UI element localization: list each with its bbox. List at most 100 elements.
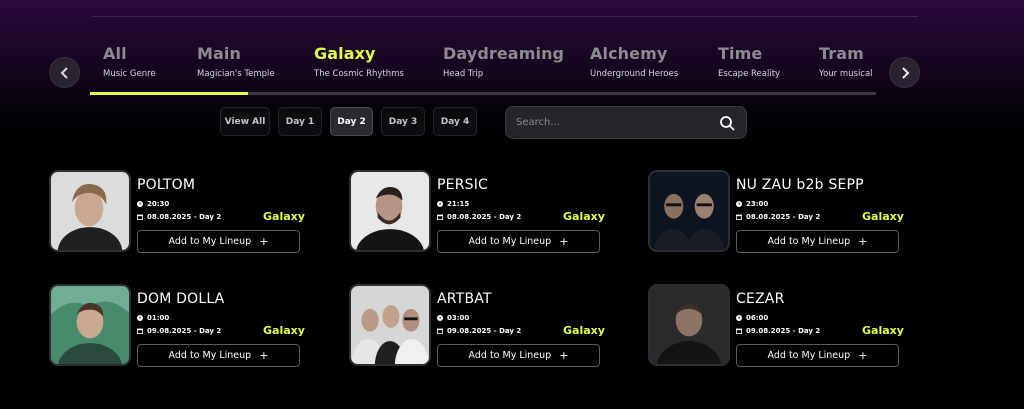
carousel-prev-button[interactable] bbox=[49, 57, 80, 88]
add-to-lineup-button[interactable]: Add to My Lineup + bbox=[137, 344, 300, 367]
search-icon[interactable] bbox=[719, 115, 735, 131]
day-filter-day-1[interactable]: Day 1 bbox=[278, 107, 322, 136]
artist-card: CEZAR 06:00 09.08.2025 - Day 2 Galaxy Ad… bbox=[648, 284, 908, 368]
tab-tram[interactable]: Tram Your musical ... bbox=[819, 44, 876, 79]
tab-subtitle: Your musical ... bbox=[819, 69, 876, 79]
date-value: 09.08.2025 - Day 2 bbox=[147, 327, 222, 335]
add-to-lineup-button[interactable]: Add to My Lineup + bbox=[437, 230, 600, 253]
search-input[interactable] bbox=[516, 107, 706, 138]
add-to-lineup-label: Add to My Lineup bbox=[468, 350, 552, 361]
tab-all[interactable]: All Music Genre bbox=[103, 44, 156, 79]
artist-photo[interactable] bbox=[49, 170, 131, 252]
artist-name: POLTOM bbox=[137, 177, 196, 193]
tab-alchemy[interactable]: Alchemy Underground Heroes bbox=[590, 44, 678, 79]
calendar-icon bbox=[437, 214, 443, 220]
add-to-lineup-button[interactable]: Add to My Lineup + bbox=[736, 230, 899, 253]
add-to-lineup-label: Add to My Lineup bbox=[168, 350, 252, 361]
day-filter-day-3[interactable]: Day 3 bbox=[381, 107, 425, 136]
tab-galaxy[interactable]: Galaxy The Cosmic Rhythms bbox=[314, 44, 404, 79]
performance-time: 21:15 bbox=[437, 200, 469, 208]
calendar-icon bbox=[736, 328, 742, 334]
clock-icon bbox=[137, 315, 143, 321]
top-divider bbox=[92, 16, 918, 17]
calendar-icon bbox=[137, 328, 143, 334]
day-filter-day-2[interactable]: Day 2 bbox=[330, 107, 373, 136]
time-value: 03:00 bbox=[447, 314, 470, 322]
artist-card: POLTOM 20:30 08.08.2025 - Day 2 Galaxy A… bbox=[49, 170, 309, 254]
tab-subtitle: Music Genre bbox=[103, 69, 156, 79]
performance-date: 08.08.2025 - Day 2 bbox=[137, 213, 221, 221]
artist-card: DOM DOLLA 01:00 09.08.2025 - Day 2 Galax… bbox=[49, 284, 309, 368]
day-filter-day-4[interactable]: Day 4 bbox=[433, 107, 477, 136]
add-to-lineup-label: Add to My Lineup bbox=[767, 236, 851, 247]
performance-date: 08.08.2025 - Day 2 bbox=[437, 213, 521, 221]
calendar-icon bbox=[437, 328, 443, 334]
add-to-lineup-label: Add to My Lineup bbox=[468, 236, 552, 247]
tab-title: Main bbox=[197, 44, 241, 63]
clock-icon bbox=[437, 201, 443, 207]
date-value: 09.08.2025 - Day 2 bbox=[447, 327, 522, 335]
plus-icon: + bbox=[259, 235, 269, 248]
time-value: 23:00 bbox=[746, 200, 769, 208]
plus-icon: + bbox=[559, 349, 569, 362]
carousel-next-button[interactable] bbox=[889, 57, 920, 88]
performance-time: 03:00 bbox=[437, 314, 469, 322]
chevron-right-icon bbox=[901, 66, 909, 79]
tab-title: Daydreaming bbox=[443, 44, 565, 63]
search-box bbox=[505, 106, 747, 139]
performance-date: 08.08.2025 - Day 2 bbox=[736, 213, 820, 221]
artist-photo-image bbox=[351, 172, 429, 250]
tab-title: All bbox=[103, 44, 127, 63]
carousel-scroll-thumb[interactable] bbox=[90, 92, 248, 95]
stage-label: Galaxy bbox=[563, 210, 605, 223]
artist-card: PERSIC 21:15 08.08.2025 - Day 2 Galaxy A… bbox=[349, 170, 609, 254]
artist-photo[interactable] bbox=[648, 284, 730, 366]
artist-photo[interactable] bbox=[49, 284, 131, 366]
artist-photo-image bbox=[650, 172, 728, 250]
tab-title: Time bbox=[718, 44, 763, 63]
clock-icon bbox=[437, 315, 443, 321]
performance-date: 09.08.2025 - Day 2 bbox=[736, 327, 820, 335]
artist-name: DOM DOLLA bbox=[137, 291, 225, 307]
date-value: 08.08.2025 - Day 2 bbox=[746, 213, 821, 221]
tab-subtitle: Underground Heroes bbox=[590, 69, 679, 79]
tab-time[interactable]: Time Escape Reality bbox=[718, 44, 780, 79]
performance-time: 23:00 bbox=[736, 200, 768, 208]
clock-icon bbox=[736, 315, 742, 321]
time-value: 06:00 bbox=[746, 314, 769, 322]
time-value: 20:30 bbox=[147, 200, 170, 208]
artist-photo-image bbox=[351, 286, 429, 364]
artist-name: ARTBAT bbox=[437, 291, 492, 307]
artist-name: CEZAR bbox=[736, 291, 785, 307]
tab-subtitle: Magician's Temple bbox=[197, 69, 275, 79]
stage-label: Galaxy bbox=[862, 324, 904, 337]
tab-subtitle: The Cosmic Rhythms bbox=[314, 69, 404, 79]
tab-title: Galaxy bbox=[314, 44, 376, 63]
stage-label: Galaxy bbox=[263, 210, 305, 223]
add-to-lineup-button[interactable]: Add to My Lineup + bbox=[437, 344, 600, 367]
add-to-lineup-button[interactable]: Add to My Lineup + bbox=[137, 230, 300, 253]
tab-subtitle: Escape Reality bbox=[718, 69, 781, 79]
clock-icon bbox=[736, 201, 742, 207]
date-value: 09.08.2025 - Day 2 bbox=[746, 327, 821, 335]
artist-photo[interactable] bbox=[648, 170, 730, 252]
plus-icon: + bbox=[858, 349, 868, 362]
artist-photo[interactable] bbox=[349, 284, 431, 366]
stage-label: Galaxy bbox=[563, 324, 605, 337]
day-filter-view-all[interactable]: View All bbox=[220, 107, 270, 136]
artist-card: NU ZAU b2b SEPP 23:00 08.08.2025 - Day 2… bbox=[648, 170, 908, 254]
stage-label: Galaxy bbox=[263, 324, 305, 337]
calendar-icon bbox=[736, 214, 742, 220]
add-to-lineup-label: Add to My Lineup bbox=[168, 236, 252, 247]
add-to-lineup-label: Add to My Lineup bbox=[767, 350, 851, 361]
chevron-left-icon bbox=[60, 66, 68, 79]
performance-time: 06:00 bbox=[736, 314, 768, 322]
clock-icon bbox=[137, 201, 143, 207]
add-to-lineup-button[interactable]: Add to My Lineup + bbox=[736, 344, 899, 367]
plus-icon: + bbox=[858, 235, 868, 248]
artist-photo[interactable] bbox=[349, 170, 431, 252]
tab-daydreaming[interactable]: Daydreaming Head Trip bbox=[443, 44, 564, 79]
artist-photo-image bbox=[51, 172, 129, 250]
performance-date: 09.08.2025 - Day 2 bbox=[137, 327, 221, 335]
tab-main[interactable]: Main Magician's Temple bbox=[197, 44, 275, 79]
